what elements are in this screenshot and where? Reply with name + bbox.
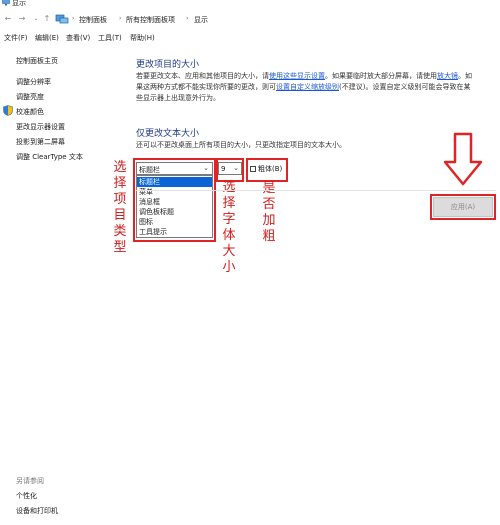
sidebar-item-home[interactable]: 控制面板主页 <box>16 56 58 66</box>
sidebar-item-project[interactable]: 投影到第二屏幕 <box>16 137 65 147</box>
back-arrow-icon[interactable]: ← <box>3 14 13 24</box>
link-custom-scaling[interactable]: 设置自定义缩放级别 <box>276 83 339 91</box>
paragraph-line-2: 果这两种方式都不能实现你所要的更改，则可设置自定义缩放级别(不建议)。设置自定义… <box>136 82 470 93</box>
dropdown-option[interactable]: 菜单 <box>139 187 153 197</box>
address-bar: ← → ⌄ ↑ › 控制面板 › 所有控制面板项 › 显示 <box>0 11 500 27</box>
arrow-down-annotation-icon <box>443 132 483 186</box>
display-app-icon <box>2 0 10 6</box>
sidebar-item-monitor-settings[interactable]: 更改显示器设置 <box>16 122 65 132</box>
link-display-settings[interactable]: 使用这些显示设置 <box>269 72 325 80</box>
annotation-item-type: 选择项目类型 <box>113 160 127 255</box>
bold-checkbox[interactable] <box>250 166 256 172</box>
title-bar: 显示 <box>0 0 500 9</box>
dropdown-option[interactable]: 图标 <box>139 217 153 227</box>
text: 。如 <box>458 72 472 80</box>
menu-edit[interactable]: 编辑(E) <box>35 33 59 43</box>
paragraph-text-only: 还可以不更改桌面上所有项目的大小，只更改指定项目的文本大小。 <box>136 141 346 149</box>
divider <box>136 190 496 191</box>
menu-view[interactable]: 查看(V) <box>66 33 90 43</box>
chevron-down-icon: ⌄ <box>203 164 209 172</box>
font-size-select[interactable]: 9 ⌄ <box>218 162 242 175</box>
control-panel-icon <box>55 14 69 24</box>
item-type-dropdown-list: 标题栏 菜单 消息框 调色板标题 图标 工具提示 <box>136 175 213 238</box>
menu-bar: 文件(F) 编辑(E) 查看(V) 工具(T) 帮助(H) <box>0 31 500 45</box>
menu-tools[interactable]: 工具(T) <box>98 33 122 43</box>
see-also-devices-printers[interactable]: 设备和打印机 <box>16 506 58 516</box>
menu-help[interactable]: 帮助(H) <box>130 33 155 43</box>
text: (不建议)。设置自定义级别可能会导致在某 <box>339 83 471 91</box>
annotation-font-size: 选择字体大小 <box>222 180 236 275</box>
paragraph-line-1: 若要更改文本、应用和其他项目的大小，请使用这些显示设置。如果要临时放大部分屏幕，… <box>136 71 472 82</box>
recent-chevron-icon[interactable]: ⌄ <box>31 14 41 24</box>
heading-change-item-size: 更改项目的大小 <box>136 60 200 70</box>
text: 果这两种方式都不能实现你所要的更改，则可 <box>136 83 276 91</box>
sidebar-item-resolution[interactable]: 调整分辨率 <box>16 77 51 87</box>
menu-file[interactable]: 文件(F) <box>4 33 28 43</box>
see-also-heading: 另请参阅 <box>16 477 44 485</box>
sidebar-item-brightness[interactable]: 调整亮度 <box>16 92 44 102</box>
breadcrumb-display[interactable]: 显示 <box>194 15 208 25</box>
item-type-select[interactable]: 标题栏 ⌄ <box>136 162 213 175</box>
bold-checkbox-label[interactable]: 粗体(B) <box>258 164 282 174</box>
chevron-down-icon: ⌄ <box>233 164 239 172</box>
sidebar-item-calibrate[interactable]: 校准颜色 <box>16 107 44 117</box>
dropdown-option[interactable]: 工具提示 <box>139 227 167 237</box>
dropdown-option[interactable]: 消息框 <box>139 197 160 207</box>
breadcrumb-separator: › <box>119 15 122 22</box>
item-type-selected: 标题栏 <box>139 166 160 174</box>
heading-change-text-only: 仅更改文本大小 <box>136 129 200 139</box>
window-title: 显示 <box>12 0 26 7</box>
text: 。如果要临时放大部分屏幕，请使用 <box>325 72 437 80</box>
text: 若要更改文本、应用和其他项目的大小，请 <box>136 72 269 80</box>
apply-button[interactable]: 应用(A) <box>433 197 493 217</box>
up-arrow-icon[interactable]: ↑ <box>42 14 52 24</box>
see-also-personalization[interactable]: 个性化 <box>16 491 37 501</box>
breadcrumb-control-panel[interactable]: 控制面板 <box>79 15 107 25</box>
breadcrumb-separator: › <box>72 15 75 22</box>
paragraph-line-3: 些显示器上出现意外行为。 <box>136 94 220 102</box>
breadcrumb-all-items[interactable]: 所有控制面板项 <box>126 15 175 25</box>
sidebar-item-cleartype[interactable]: 调整 ClearType 文本 <box>16 152 83 162</box>
link-magnifier[interactable]: 放大镜 <box>437 72 458 80</box>
font-size-selected: 9 <box>221 165 226 173</box>
breadcrumb-separator: › <box>186 15 189 22</box>
forward-arrow-icon[interactable]: → <box>17 14 27 24</box>
dropdown-option[interactable]: 标题栏 <box>139 177 160 187</box>
shield-icon <box>3 105 13 116</box>
dropdown-option[interactable]: 调色板标题 <box>139 207 174 217</box>
